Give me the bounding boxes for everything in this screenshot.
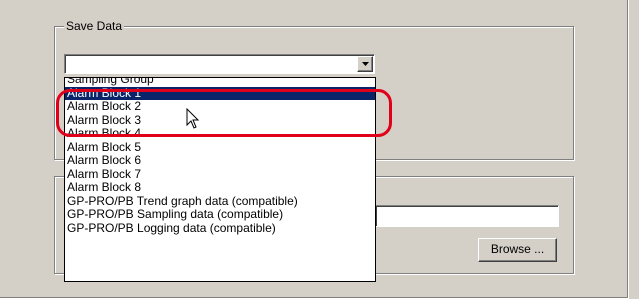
list-item[interactable]: Alarm Block 7 [65, 167, 375, 182]
list-item[interactable]: Alarm Block 8 [65, 181, 375, 195]
file-path-input[interactable] [375, 205, 559, 227]
list-item[interactable]: GP-PRO/PB Logging data (compatible) [65, 221, 375, 236]
browse-button[interactable]: Browse ... [478, 238, 557, 262]
list-item[interactable]: Alarm Block 1 [65, 86, 375, 100]
save-data-dropdown-list[interactable]: Sampling Group Alarm Block 1 Alarm Block… [64, 77, 376, 282]
list-item[interactable]: Alarm Block 4 [65, 127, 375, 141]
save-data-group-label: Save Data [64, 19, 125, 33]
chevron-down-icon [362, 62, 369, 66]
list-item[interactable]: Alarm Block 3 [65, 113, 375, 128]
list-item[interactable]: Alarm Block 5 [65, 140, 375, 155]
list-item[interactable]: Alarm Block 6 [65, 154, 375, 168]
combobox-dropdown-button[interactable] [357, 56, 373, 72]
save-data-combobox[interactable] [64, 54, 375, 74]
list-item[interactable]: GP-PRO/PB Sampling data (compatible) [65, 208, 375, 222]
list-item[interactable]: Alarm Block 2 [65, 100, 375, 114]
list-item[interactable]: GP-PRO/PB Trend graph data (compatible) [65, 194, 375, 209]
